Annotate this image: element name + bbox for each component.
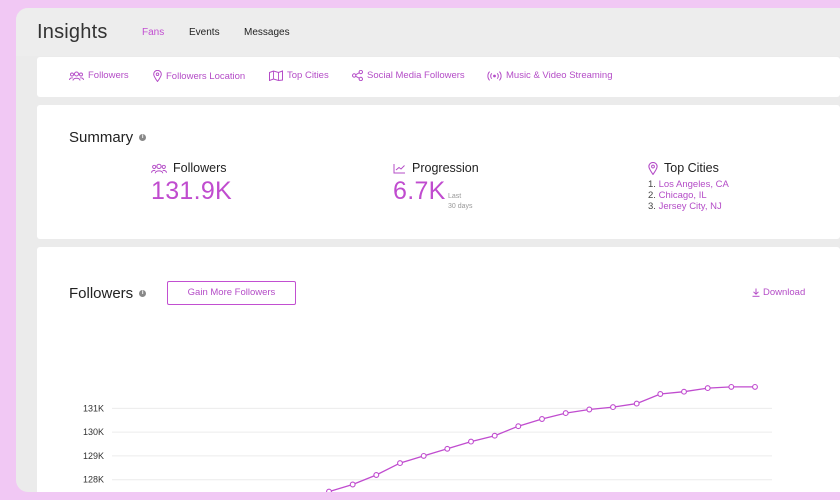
summary-card: Summary i Followers 131.9K Progression 6… [37,105,840,239]
top-cities-stat-label: Top Cities [664,161,719,175]
city-link[interactable]: Jersey City, NJ [659,201,722,212]
followers-stat-value: 131.9K [151,177,233,205]
list-item: 1. Los Angeles, CA [648,179,729,190]
y-tick-label: 130K [83,427,104,437]
subnav-label: Social Media Followers [367,70,465,81]
people-icon [151,163,167,173]
chart-points [326,383,758,492]
chart-data-point[interactable] [373,472,380,478]
subnav-label: Followers [88,70,129,81]
chart-data-point[interactable] [349,481,356,488]
progression-period-line1: Last [448,193,462,200]
chart-data-point[interactable] [491,432,498,439]
top-bar: Insights Fans Events Messages [16,8,840,56]
followers-title-text: Followers [69,285,134,302]
chart-data-point[interactable] [657,391,664,397]
tab-fans[interactable]: Fans [142,27,164,38]
followers-series-line [328,386,755,492]
chart-data-point[interactable] [397,460,403,467]
list-item: 3. Jersey City, NJ [648,201,729,212]
chart-y-axis: 131K 130K 129K 128K [83,403,104,484]
download-label: Download [763,287,806,298]
chart-gridlines [112,407,772,481]
top-cities-stat: Top Cities 1. Los Angeles, CA 2. Chicago… [648,161,729,212]
info-icon[interactable]: i [139,290,147,297]
y-tick-label: 131K [83,403,104,413]
chart-data-point[interactable] [468,438,474,445]
city-link[interactable]: Chicago, IL [659,190,707,201]
progression-stat: Progression 6.7K Last 30 days [393,161,479,210]
progression-period-line2: 30 days [448,203,473,210]
broadcast-icon [487,70,502,81]
tab-events[interactable]: Events [189,27,220,38]
map-pin-icon [153,70,162,82]
summary-title: Summary i [69,129,147,146]
chart-data-point[interactable] [586,406,593,413]
download-button[interactable]: Download [752,287,805,298]
subnav-label: Music & Video Streaming [506,70,613,81]
followers-stat-label: Followers [173,161,227,175]
followers-stat: Followers 131.9K [151,161,232,206]
insights-subnav: Followers Followers Location Top Cities [37,57,840,97]
y-tick-label: 129K [83,451,104,461]
trend-chart-icon [393,163,405,173]
subnav-label: Followers Location [166,70,246,82]
followers-chart: 131K 130K 129K 128K [83,383,772,492]
app-window: Insights Fans Events Messages Followers … [16,8,840,492]
list-item: 2. Chicago, IL [648,190,729,201]
subnav-item-followers-location[interactable]: Followers Location [153,70,245,82]
followers-title: Followers i [69,285,147,302]
subnav-item-followers[interactable]: Followers [69,70,129,81]
chart-data-point[interactable] [728,383,735,390]
subnav-item-social-media-followers[interactable]: Social Media Followers [352,70,465,81]
download-icon [752,288,760,297]
tab-messages[interactable]: Messages [244,27,290,38]
city-rank: 1. [648,179,656,190]
page-title: Insights [37,21,108,43]
followers-card: 131K 130K 129K 128K Followers i Gain More F… [37,247,840,492]
chart-data-point[interactable] [681,388,687,395]
chart-data-point[interactable] [326,488,332,492]
chart-data-point[interactable] [562,410,569,417]
city-rank: 2. [648,190,656,201]
chart-data-point[interactable] [633,400,640,407]
chart-data-point[interactable] [515,423,522,430]
city-link[interactable]: Los Angeles, CA [659,179,729,190]
chart-data-point[interactable] [420,452,427,459]
subnav-item-top-cities[interactable]: Top Cities [269,70,329,81]
top-cities-list: 1. Los Angeles, CA 2. Chicago, IL 3. Jer… [648,179,729,212]
progression-stat-label: Progression [412,161,479,175]
summary-title-text: Summary [69,129,134,146]
y-tick-label: 128K [83,475,104,485]
chart-data-point[interactable] [539,416,545,422]
people-icon [69,71,84,81]
info-icon[interactable]: i [139,134,147,141]
gain-more-followers-button[interactable]: Gain More Followers [167,281,296,305]
share-icon [352,70,363,81]
chart-data-point[interactable] [610,404,616,411]
chart-data-point[interactable] [752,383,758,390]
chart-data-point[interactable] [444,445,451,452]
subnav-item-music-video-streaming[interactable]: Music & Video Streaming [487,70,613,81]
progression-period: Last 30 days [448,192,473,212]
city-rank: 3. [648,201,656,212]
map-pin-icon [648,161,658,175]
subnav-label: Top Cities [287,70,329,81]
city-map-icon [269,70,283,81]
chart-data-point[interactable] [704,385,711,392]
